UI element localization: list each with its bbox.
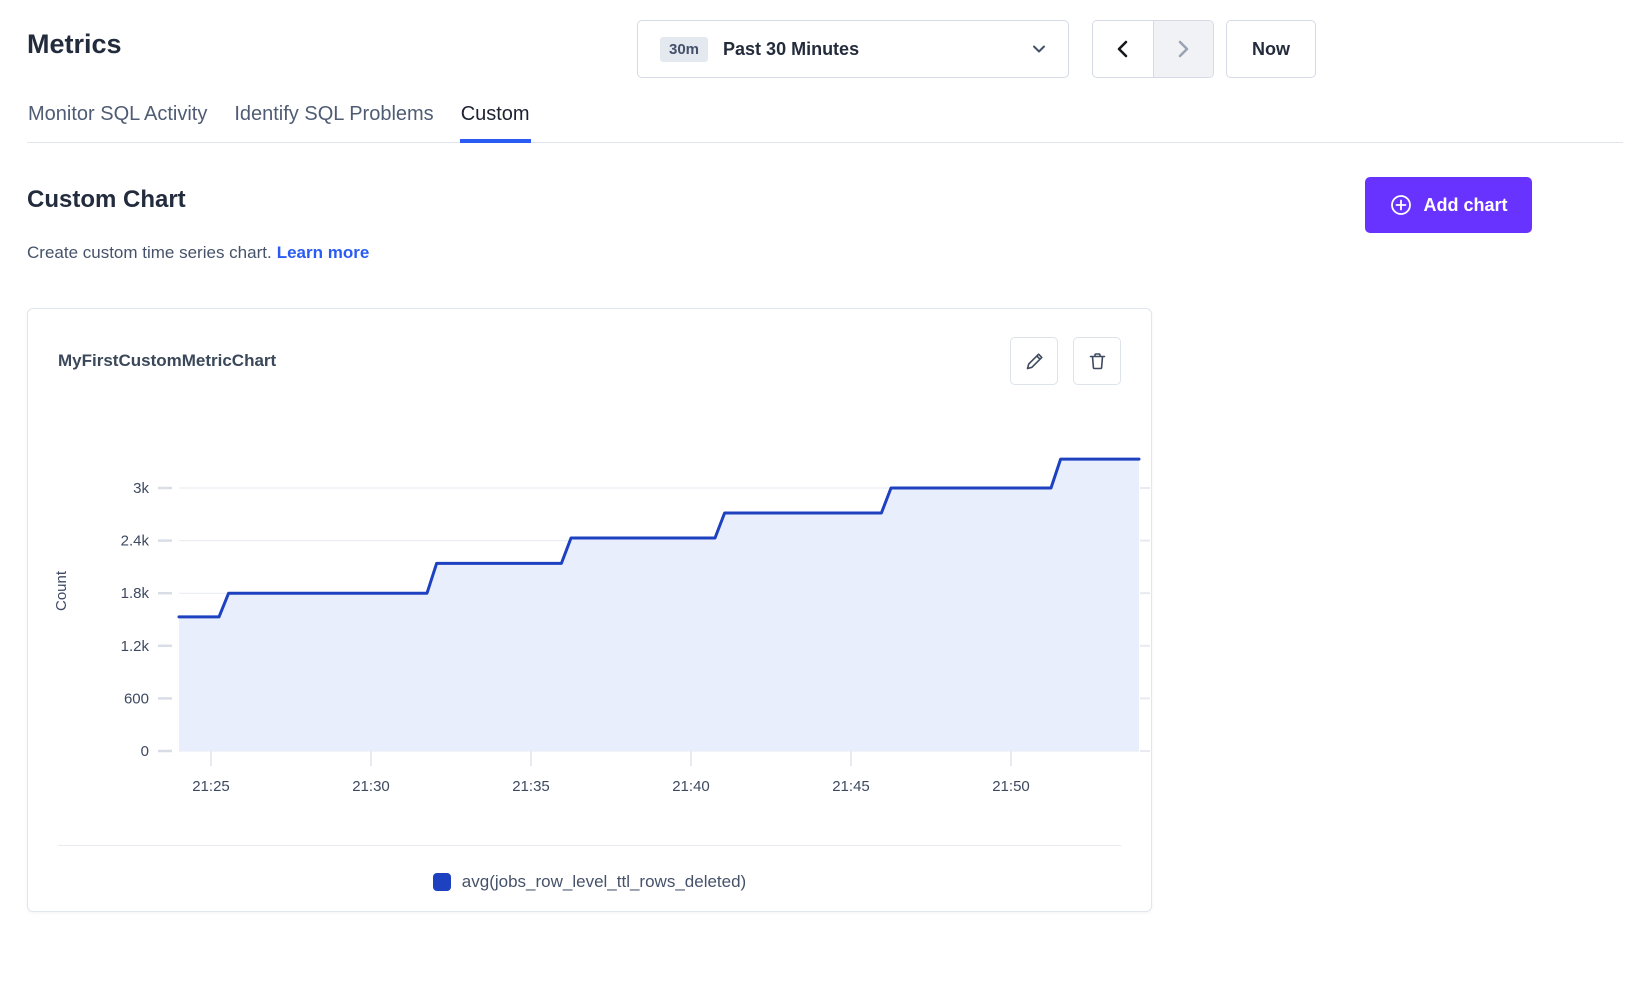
svg-text:1.2k: 1.2k <box>121 638 150 655</box>
custom-chart[interactable]: 0 600 1.2k 1.8k 2.4k 3k 21:25 21:30 21:35 21:40 21… <box>28 385 1151 795</box>
svg-text:600: 600 <box>124 690 149 707</box>
svg-text:3k: 3k <box>133 480 149 497</box>
tabs-bar: Monitor SQL Activity Identify SQL Proble… <box>27 103 1623 143</box>
svg-text:21:50: 21:50 <box>992 778 1030 795</box>
svg-text:0: 0 <box>141 743 149 760</box>
chart-title: MyFirstCustomMetricChart <box>58 351 276 371</box>
chart-legend: avg(jobs_row_level_ttl_rows_deleted) <box>28 872 1151 892</box>
section-description-text: Create custom time series chart. <box>27 243 272 262</box>
chevron-right-icon <box>1172 38 1194 60</box>
card-divider <box>58 845 1121 846</box>
svg-text:1.8k: 1.8k <box>121 585 150 602</box>
svg-text:Count: Count <box>53 570 70 611</box>
legend-swatch <box>433 873 451 891</box>
chart-card-header: MyFirstCustomMetricChart <box>28 309 1151 385</box>
edit-chart-button[interactable] <box>1010 337 1058 385</box>
tab-identify-sql-problems[interactable]: Identify SQL Problems <box>233 103 434 142</box>
svg-text:21:35: 21:35 <box>512 778 550 795</box>
tab-monitor-sql-activity[interactable]: Monitor SQL Activity <box>27 103 208 142</box>
svg-text:21:30: 21:30 <box>352 778 390 795</box>
section-title: Custom Chart <box>27 186 186 214</box>
delete-chart-button[interactable] <box>1073 337 1121 385</box>
chart-card: MyFirstCustomMetricChart 0 600 1.2k 1.8k 2.4… <box>27 308 1152 912</box>
time-range-back-button[interactable] <box>1093 21 1153 77</box>
chevron-left-icon <box>1112 38 1134 60</box>
custom-chart-svg: 0 600 1.2k 1.8k 2.4k 3k 21:25 21:30 21:35 21:40 21… <box>28 385 1151 795</box>
time-window-label: Past 30 Minutes <box>723 39 1015 60</box>
section-description: Create custom time series chart. Learn mo… <box>27 243 369 263</box>
time-range-nav <box>1092 20 1214 78</box>
add-chart-label: Add chart <box>1423 195 1507 216</box>
legend-label: avg(jobs_row_level_ttl_rows_deleted) <box>462 872 746 892</box>
page-title: Metrics <box>27 29 122 60</box>
chevron-down-icon <box>1030 40 1048 58</box>
svg-text:2.4k: 2.4k <box>121 533 150 550</box>
chart-actions <box>1010 337 1121 385</box>
add-chart-button[interactable]: Add chart <box>1365 177 1532 233</box>
now-button[interactable]: Now <box>1226 20 1316 78</box>
time-range-forward-button[interactable] <box>1153 21 1214 77</box>
time-window-badge: 30m <box>660 37 708 62</box>
svg-text:21:40: 21:40 <box>672 778 710 795</box>
trash-icon <box>1087 351 1108 372</box>
plus-circle-icon <box>1389 193 1413 217</box>
pencil-icon <box>1024 351 1045 372</box>
svg-text:21:25: 21:25 <box>192 778 230 795</box>
learn-more-link[interactable]: Learn more <box>277 243 370 262</box>
tab-custom[interactable]: Custom <box>460 103 531 142</box>
time-window-selector[interactable]: 30m Past 30 Minutes <box>637 20 1069 78</box>
svg-text:21:45: 21:45 <box>832 778 870 795</box>
